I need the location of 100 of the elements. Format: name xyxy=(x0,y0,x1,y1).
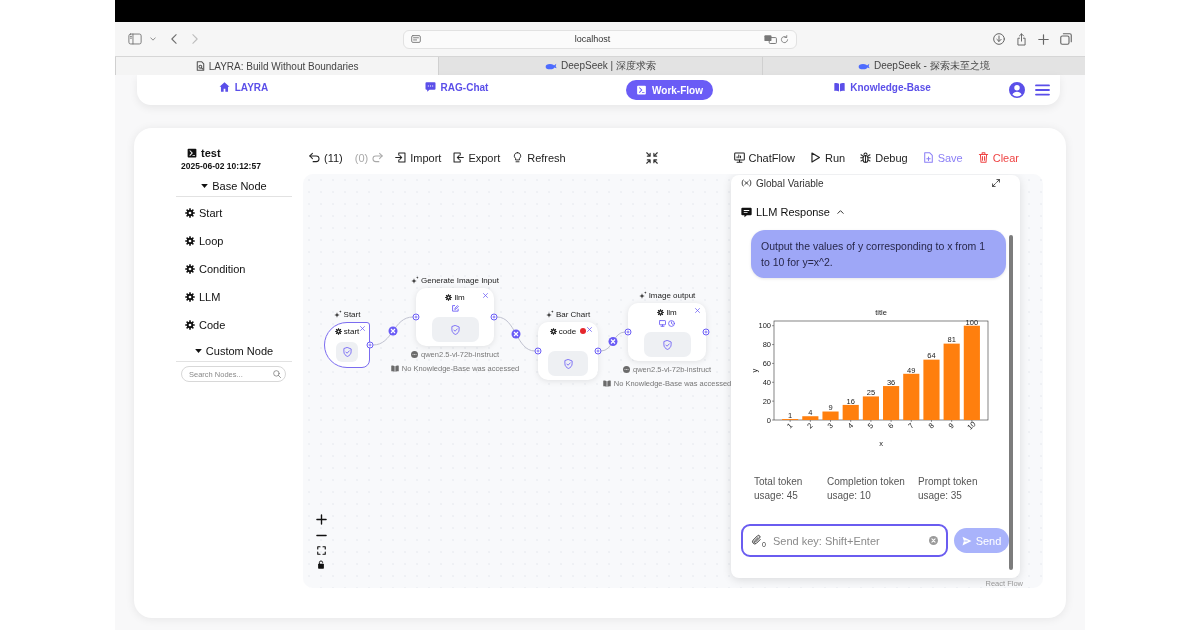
clock-icon[interactable] xyxy=(668,319,675,327)
close-icon[interactable] xyxy=(587,327,592,332)
response-toggle[interactable]: LLM Response xyxy=(741,204,844,220)
terminal-icon xyxy=(187,147,197,158)
plus-icon[interactable] xyxy=(1038,33,1049,45)
zoom-in-icon[interactable] xyxy=(315,514,327,525)
book-icon xyxy=(834,82,846,92)
user-icon[interactable] xyxy=(1009,82,1025,98)
workflow-node[interactable]: llm xyxy=(628,303,706,361)
x-circle-icon[interactable] xyxy=(388,326,398,336)
menu-icon[interactable] xyxy=(1035,84,1050,96)
share-icon[interactable] xyxy=(1016,32,1027,46)
monitor-icon[interactable] xyxy=(659,319,666,327)
terminal-icon xyxy=(636,85,648,95)
page-icon[interactable] xyxy=(411,35,421,43)
browser-tab[interactable]: LAYRA: Build Without Boundaries xyxy=(115,57,439,75)
node-type-item[interactable]: Condition xyxy=(176,255,292,283)
node-type-item[interactable]: Code xyxy=(176,311,292,339)
connection-handle[interactable] xyxy=(534,347,542,355)
paperclip-icon[interactable] xyxy=(751,534,762,546)
redo-icon xyxy=(372,152,384,163)
nav-link[interactable]: Work-Flow xyxy=(626,80,713,100)
gear-icon xyxy=(185,292,195,302)
lock-icon[interactable] xyxy=(317,560,325,569)
node-type-item[interactable]: LLM xyxy=(176,283,292,311)
search-icon[interactable] xyxy=(273,370,281,378)
chevron-down-icon[interactable] xyxy=(150,37,156,41)
node-name: llm xyxy=(454,292,465,302)
connection-handle[interactable] xyxy=(366,341,374,349)
back-icon[interactable] xyxy=(171,34,177,44)
connector-line xyxy=(496,316,536,352)
import-button[interactable]: Import xyxy=(395,151,442,164)
close-icon[interactable] xyxy=(695,308,700,313)
node-type-item[interactable]: Loop xyxy=(176,227,292,255)
gear-icon xyxy=(445,293,453,301)
workflow-node[interactable]: start xyxy=(324,322,370,368)
node-type-item[interactable]: Start xyxy=(176,199,292,227)
undo-button[interactable]: (11) xyxy=(309,151,343,164)
fit-view-icon[interactable] xyxy=(316,546,326,555)
tabs-icon[interactable] xyxy=(1060,33,1072,45)
document-icon xyxy=(195,61,205,71)
nav-link[interactable]: RAG-Chat xyxy=(424,80,489,94)
shield-icon xyxy=(336,342,358,362)
chatflow-button[interactable]: ChatFlow xyxy=(733,151,795,164)
zoom-out-icon[interactable] xyxy=(315,534,327,537)
connection-handle[interactable] xyxy=(702,328,710,336)
gear-icon xyxy=(185,236,195,246)
shield-icon xyxy=(431,317,479,342)
translate-icon[interactable] xyxy=(764,34,777,44)
connection-handle[interactable] xyxy=(594,347,602,355)
section-toggle[interactable]: Custom Node xyxy=(176,341,292,361)
expand-icon[interactable] xyxy=(992,179,1000,187)
chart-bar xyxy=(842,404,859,420)
ellipsis-icon xyxy=(623,365,631,373)
node-name: llm xyxy=(666,307,677,317)
sparkle-icon xyxy=(545,310,554,318)
clear-icon[interactable] xyxy=(929,536,938,545)
close-icon[interactable] xyxy=(483,293,488,298)
message-bubble: Output the values of y corresponding to x from 1 to 10 for y=x^2. xyxy=(751,230,1006,278)
connection-handle[interactable] xyxy=(412,313,420,321)
node-title: Bar Chart xyxy=(555,309,591,319)
workflow-node[interactable]: llm xyxy=(416,288,494,346)
shield-icon xyxy=(643,332,691,357)
export-button[interactable]: Export xyxy=(453,151,501,164)
bug-icon xyxy=(860,152,872,163)
section-title: Global Variable xyxy=(756,177,824,189)
connection-handle[interactable] xyxy=(490,313,498,321)
edit-icon[interactable] xyxy=(451,304,459,312)
whale-icon xyxy=(858,62,870,70)
workflow-node[interactable]: code xyxy=(538,322,598,380)
chart-bar xyxy=(923,359,940,420)
download-icon[interactable] xyxy=(993,33,1005,45)
x-circle-icon[interactable] xyxy=(511,329,521,339)
timestamp: 2025-06-02 10:12:57 xyxy=(181,161,262,172)
ellipsis-icon xyxy=(411,350,419,358)
chart-bar xyxy=(822,411,839,420)
clear-button[interactable]: Clear xyxy=(977,151,1019,164)
connector-line xyxy=(372,316,414,346)
collapse-icon[interactable] xyxy=(646,151,658,164)
node-title: Generate Image Input xyxy=(421,275,499,285)
chart-bar xyxy=(883,386,900,420)
gear-icon xyxy=(185,208,195,218)
section-toggle[interactable]: Base Node xyxy=(176,176,292,196)
x-circle-icon[interactable] xyxy=(608,337,618,346)
sidebar-icon[interactable] xyxy=(128,33,142,45)
close-icon[interactable] xyxy=(360,326,365,331)
run-button[interactable]: Run xyxy=(810,151,846,164)
debug-button[interactable]: Debug xyxy=(860,151,908,164)
nav-link[interactable]: LAYRA xyxy=(218,80,269,94)
connection-handle[interactable] xyxy=(624,328,632,336)
token-usage: Completion token usage: 10 xyxy=(827,475,906,503)
shield-icon xyxy=(548,351,588,376)
workflow-name: test xyxy=(201,146,221,159)
refresh-button[interactable]: Refresh xyxy=(512,151,566,164)
address-bar[interactable]: localhost xyxy=(403,29,797,49)
nav-link[interactable]: Knowledge-Base xyxy=(834,80,931,94)
reload-icon[interactable] xyxy=(780,34,789,44)
chat-icon xyxy=(424,82,436,92)
node-title: Start xyxy=(343,309,361,319)
document-plus-icon xyxy=(922,152,934,163)
